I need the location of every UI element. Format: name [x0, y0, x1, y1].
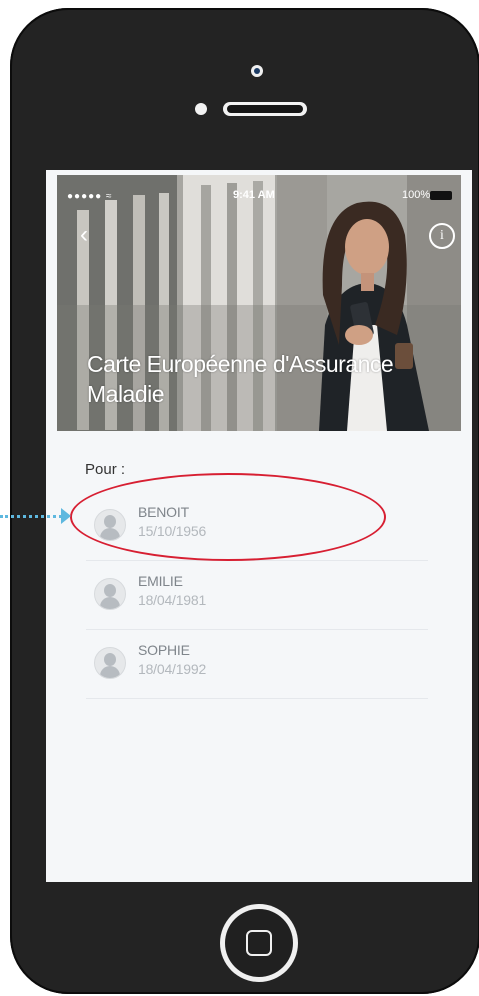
pointer-arrow-head	[61, 508, 71, 524]
beneficiary-birthdate: 18/04/1992	[138, 661, 207, 677]
battery-icon	[430, 191, 452, 200]
beneficiary-birthdate: 18/04/1981	[138, 592, 207, 608]
status-time: 9:41 AM	[233, 189, 275, 201]
proximity-sensor	[195, 103, 207, 115]
section-label: Pour :	[85, 461, 126, 478]
back-chevron-icon[interactable]: ‹	[80, 223, 88, 247]
beneficiary-name: EMILIE	[138, 573, 183, 589]
info-icon[interactable]: i	[429, 223, 455, 249]
battery-percent: 100%	[402, 189, 431, 201]
signal-indicator: ●●●●● ≈	[67, 191, 113, 202]
front-camera	[251, 65, 263, 77]
avatar-icon	[94, 647, 126, 679]
home-button[interactable]	[220, 904, 298, 982]
beneficiary-item-sophie[interactable]: SOPHIE 18/04/1992	[86, 630, 428, 699]
page-title: Carte Européenne d'Assurance Maladie	[87, 351, 394, 407]
earpiece-speaker	[223, 102, 307, 116]
selection-highlight-ellipse	[70, 473, 386, 561]
pointer-arrow-line	[0, 515, 62, 518]
beneficiary-item-emilie[interactable]: EMILIE 18/04/1981	[86, 561, 428, 630]
beneficiary-name: SOPHIE	[138, 642, 190, 658]
hero-banner: ●●●●● ≈ 9:41 AM 100% ‹ i Carte Européenn…	[57, 175, 461, 431]
avatar-icon	[94, 578, 126, 610]
status-bar: ●●●●● ≈ 9:41 AM 100%	[57, 189, 461, 205]
